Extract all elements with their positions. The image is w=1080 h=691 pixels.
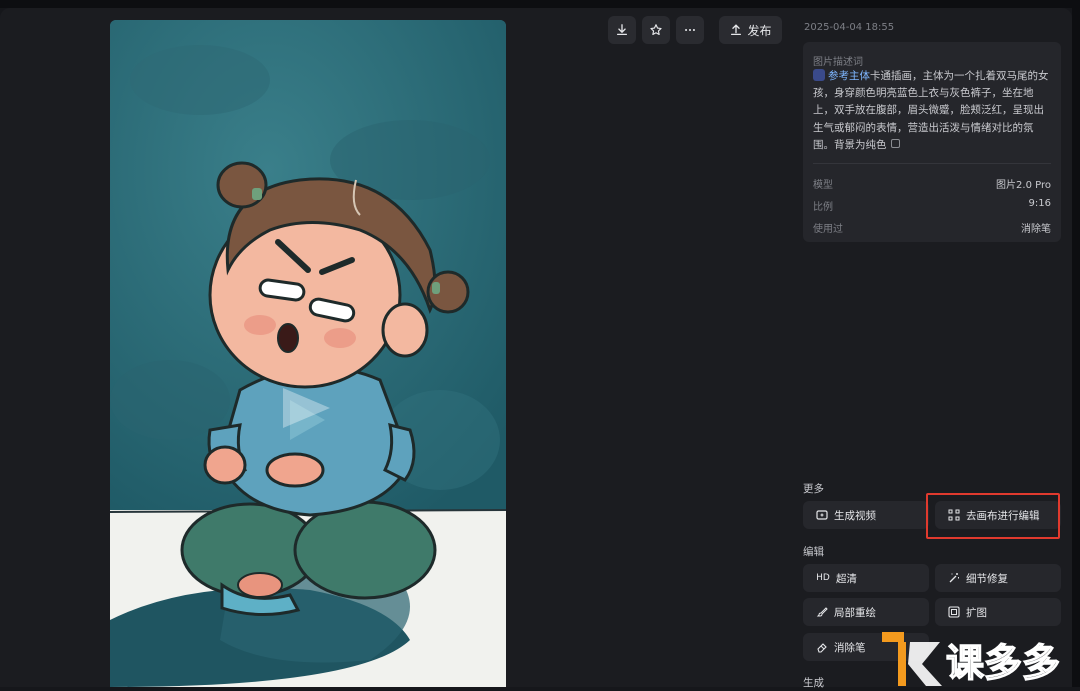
timestamp: 2025-04-04 18:55: [804, 22, 895, 33]
highlight-annotation: [926, 493, 1060, 539]
window-edge: [1072, 0, 1080, 687]
reference-avatar: [813, 69, 825, 81]
upload-icon: [731, 24, 742, 36]
section-generate-label: 生成: [803, 677, 824, 689]
prompt-text: 参考主体卡通插画，主体为一个扎着双马尾的女孩，身穿颜色明亮蓝色上衣与灰色裤子，坐…: [813, 68, 1053, 154]
section-more-label: 更多: [803, 483, 824, 495]
generated-image[interactable]: [110, 20, 506, 687]
reference-chip[interactable]: 参考主体: [828, 70, 870, 82]
button-label: 细节修复: [966, 572, 1008, 585]
video-generate-icon: [816, 509, 828, 521]
star-icon: [650, 24, 662, 36]
brush-icon: [816, 606, 828, 618]
button-label: 超清: [836, 572, 857, 585]
divider: [813, 163, 1051, 164]
magic-wand-icon: [948, 572, 960, 584]
favorite-button[interactable]: [642, 16, 670, 44]
meta-row-model: 模型 图片2.0 Pro: [813, 176, 1051, 191]
publish-button[interactable]: 发布: [719, 16, 782, 44]
meta-key: 模型: [813, 180, 833, 191]
partial-repaint-button[interactable]: 局部重绘: [803, 598, 929, 626]
meta-value: 9:16: [1028, 198, 1051, 209]
publish-label: 发布: [747, 23, 772, 38]
watermark-text: 课多多: [946, 641, 1060, 685]
meta-row-ratio: 比例 9:16: [813, 198, 1051, 213]
watermark-logo: 课多多: [880, 626, 1076, 687]
expand-icon: [948, 606, 960, 618]
eraser-icon: [816, 641, 828, 653]
button-label: 生成视频: [834, 509, 876, 522]
generate-video-button[interactable]: 生成视频: [803, 501, 929, 529]
section-edit-label: 编辑: [803, 546, 824, 558]
top-bar: [0, 0, 1080, 8]
meta-key: 使用过: [813, 224, 843, 235]
meta-value: 消除笔: [1021, 224, 1051, 235]
button-label: 扩图: [966, 606, 987, 619]
copy-icon[interactable]: [890, 138, 900, 148]
more-button[interactable]: [676, 16, 704, 44]
button-label: 消除笔: [834, 641, 866, 654]
description-title: 图片描述词: [813, 57, 863, 68]
button-label: 局部重绘: [834, 606, 876, 619]
prompt-body: 卡通插画，主体为一个扎着双马尾的女孩，身穿颜色明亮蓝色上衣与灰色裤子，坐在地上，…: [813, 70, 1049, 151]
meta-value: 图片2.0 Pro: [996, 180, 1051, 191]
hd-icon: HD: [816, 573, 830, 583]
more-icon: [685, 28, 695, 32]
expand-image-button[interactable]: 扩图: [935, 598, 1061, 626]
download-icon: [616, 24, 628, 36]
download-button[interactable]: [608, 16, 636, 44]
hd-upscale-button[interactable]: HD 超清: [803, 564, 929, 592]
detail-repair-button[interactable]: 细节修复: [935, 564, 1061, 592]
image-info-card: 图片描述词 参考主体卡通插画，主体为一个扎着双马尾的女孩，身穿颜色明亮蓝色上衣与…: [803, 42, 1061, 242]
meta-row-used: 使用过 消除笔: [813, 220, 1051, 235]
meta-key: 比例: [813, 202, 833, 213]
